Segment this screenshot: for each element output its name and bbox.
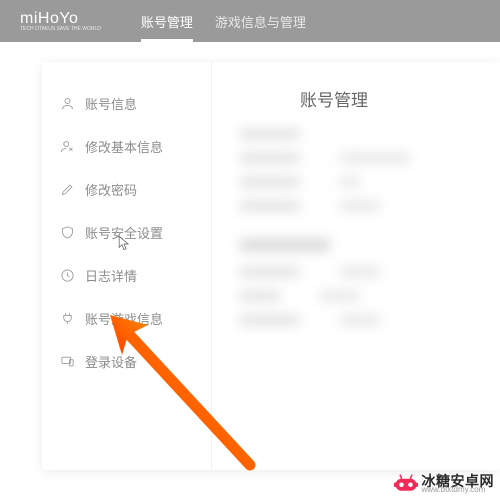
user-edit-icon <box>60 139 75 154</box>
device-icon <box>60 354 75 369</box>
sidebar-item-game-info[interactable]: 账号游戏信息 <box>42 297 211 340</box>
page-title: 账号管理 <box>300 86 472 111</box>
sidebar-item-change-password[interactable]: 修改密码 <box>42 168 211 211</box>
nav: 账号管理 游戏信息与管理 <box>141 0 306 42</box>
watermark: 冰糖安卓网 www.btxtdmy.com <box>394 474 495 494</box>
sidebar-item-security[interactable]: 账号安全设置 <box>42 211 211 254</box>
sidebar: 账号信息 修改基本信息 修改密码 账号安全设置 日志详情 <box>42 62 212 470</box>
sidebar-item-label: 日志详情 <box>85 266 137 285</box>
pencil-icon <box>60 182 75 197</box>
logo-subtitle: TECH OTAKUS SAVE THE WORLD <box>20 26 101 32</box>
header: miHoYo TECH OTAKUS SAVE THE WORLD 账号管理 游… <box>0 0 500 42</box>
main-panel: 账号信息 修改基本信息 修改密码 账号安全设置 日志详情 <box>42 62 500 470</box>
sidebar-item-login-devices[interactable]: 登录设备 <box>42 340 211 383</box>
sidebar-item-label: 登录设备 <box>85 352 137 371</box>
sidebar-item-label: 修改密码 <box>85 180 137 199</box>
content: 账号管理 <box>212 62 500 470</box>
sidebar-item-account-info[interactable]: 账号信息 <box>42 82 211 125</box>
sidebar-item-label: 账号安全设置 <box>85 223 163 242</box>
logo: miHoYo TECH OTAKUS SAVE THE WORLD <box>20 10 101 32</box>
watermark-icon <box>394 474 418 494</box>
sidebar-item-label: 账号游戏信息 <box>85 309 163 328</box>
sidebar-item-edit-basic[interactable]: 修改基本信息 <box>42 125 211 168</box>
shield-icon <box>60 225 75 240</box>
blurred-content <box>240 129 472 325</box>
watermark-text-stack: 冰糖安卓网 www.btxtdmy.com <box>422 474 495 494</box>
nav-account[interactable]: 账号管理 <box>141 0 193 42</box>
clock-icon <box>60 268 75 283</box>
user-icon <box>60 96 75 111</box>
sidebar-item-label: 修改基本信息 <box>85 137 163 156</box>
sidebar-item-label: 账号信息 <box>85 94 137 113</box>
plug-icon <box>60 311 75 326</box>
nav-gameinfo[interactable]: 游戏信息与管理 <box>215 0 306 42</box>
watermark-url: www.btxtdmy.com <box>422 486 495 494</box>
sidebar-item-log-details[interactable]: 日志详情 <box>42 254 211 297</box>
